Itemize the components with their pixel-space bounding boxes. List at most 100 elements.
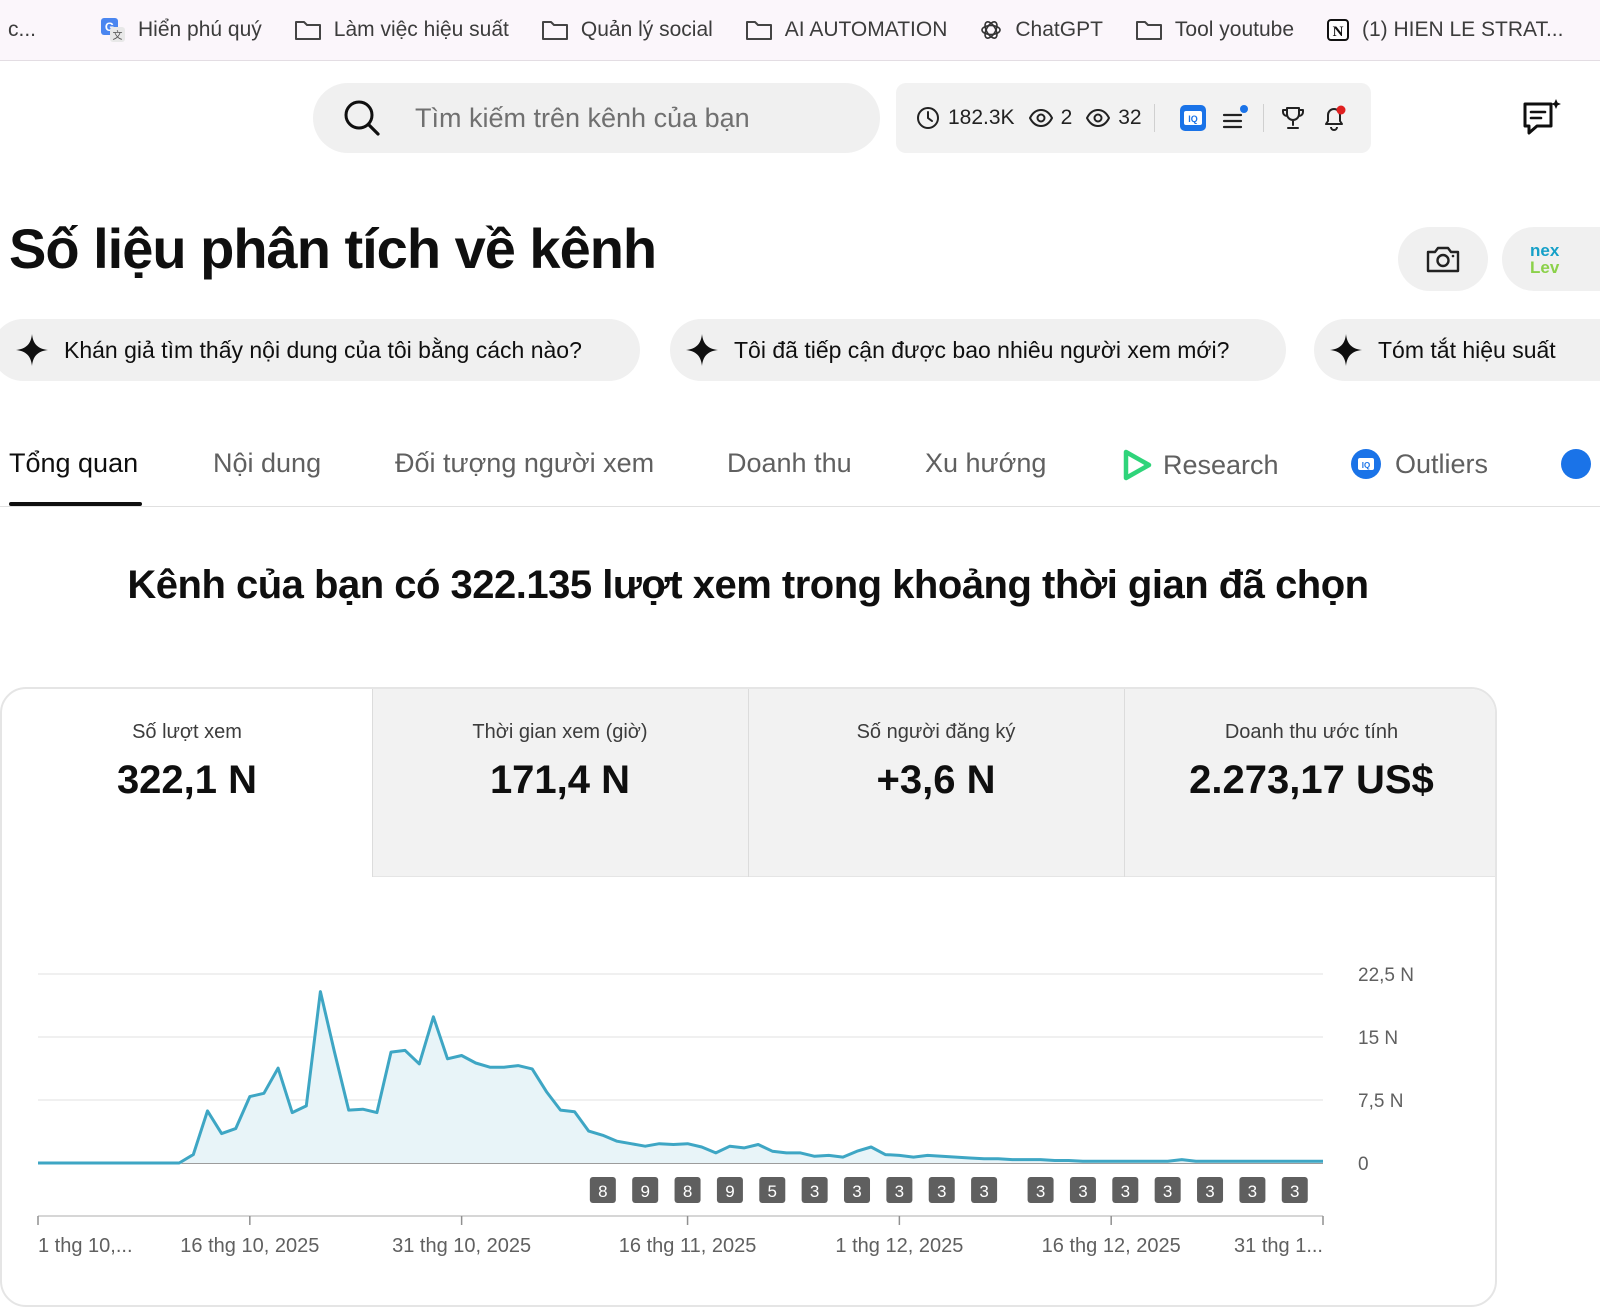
video-marker-label: 3 — [937, 1182, 946, 1201]
views-a-value: 2 — [1060, 106, 1073, 129]
video-marker-label: 8 — [683, 1182, 692, 1201]
x-tick-label: 16 thg 11, 2025 — [619, 1235, 757, 1257]
bookmark-label: c... — [8, 18, 37, 41]
watch-time-stat[interactable]: 182.3K — [916, 106, 1015, 130]
metric-label: Thời gian xem (giờ) — [472, 721, 648, 743]
x-tick-label: 31 thg 10, 2025 — [392, 1235, 531, 1257]
suggestion-chip[interactable]: Khán giả tìm thấy nội dung của tôi bằng … — [0, 319, 640, 381]
suggestion-label: Tóm tắt hiệu suất — [1378, 336, 1556, 363]
bookmark-item[interactable]: c... — [8, 18, 36, 42]
bookmark-label: Hiển phú quý — [138, 18, 262, 41]
video-marker-label: 3 — [1121, 1182, 1130, 1201]
research-play-icon — [1123, 449, 1152, 481]
video-marker-label: 3 — [1078, 1182, 1087, 1201]
views-stat[interactable]: 2 — [1028, 106, 1073, 130]
bookmark-item[interactable]: AI AUTOMATION — [745, 18, 947, 42]
divider — [1124, 689, 1125, 877]
bookmark-label: ChatGPT — [1015, 18, 1103, 41]
bookmark-item[interactable]: ChatGPT — [979, 18, 1103, 42]
search-input[interactable] — [413, 101, 857, 135]
divider — [1262, 104, 1264, 132]
bookmark-item[interactable]: N (1) HIEN LE STRAT... — [1326, 18, 1563, 42]
svg-text:IQ: IQ — [1362, 461, 1370, 470]
suggestion-label: Tôi đã tiếp cận được bao nhiêu người xem… — [734, 336, 1230, 363]
views-b-value: 32 — [1118, 106, 1142, 129]
svg-text:N: N — [1333, 24, 1344, 40]
metric-label: Số lượt xem — [132, 721, 242, 743]
suggestion-chip[interactable]: Tóm tắt hiệu suất — [1314, 319, 1600, 381]
clock-icon — [917, 107, 939, 129]
metric-subscribers[interactable]: Số người đăng ký +3,6 N — [748, 689, 1124, 877]
suggestion-chip[interactable]: Tôi đã tiếp cận được bao nhiêu người xem… — [670, 319, 1286, 381]
notification-bell-icon[interactable] — [1320, 104, 1348, 132]
tab-trends[interactable]: Xu hướng — [925, 448, 1046, 479]
metric-value: 171,4 N — [489, 758, 631, 802]
feedback-icon[interactable] — [1521, 98, 1563, 138]
menu-list-icon[interactable] — [1221, 104, 1251, 132]
bookmark-item[interactable]: Tool youtube — [1135, 18, 1294, 42]
x-tick-label: 31 thg 1... — [1234, 1235, 1323, 1257]
y-tick-label: 15 N — [1358, 1028, 1398, 1049]
tab-label: Doanh thu — [727, 448, 852, 478]
sparkle-icon — [16, 334, 48, 366]
metric-revenue[interactable]: Doanh thu ước tính 2.273,17 US$ — [1124, 689, 1495, 877]
divider — [1153, 104, 1155, 132]
video-marker-label: 3 — [979, 1182, 988, 1201]
metric-value: 2.273,17 US$ — [1189, 758, 1434, 802]
chatgpt-icon — [981, 21, 1002, 39]
folder-icon — [745, 21, 772, 40]
tab-more[interactable] — [1560, 448, 1592, 480]
nexlev-button[interactable]: nex Lev — [1502, 227, 1600, 291]
area-fill — [38, 991, 1323, 1163]
x-tick-label: 1 thg 10,... — [38, 1235, 133, 1257]
divider — [748, 689, 749, 877]
metric-views[interactable]: Số lượt xem 322,1 N — [2, 689, 372, 877]
folder-icon — [294, 21, 321, 40]
nexlev-logo-icon: nexLev — [1530, 241, 1560, 277]
tab-label: Xu hướng — [925, 448, 1047, 478]
video-marker-label: 3 — [1248, 1182, 1257, 1201]
vidiq-icon[interactable]: IQ — [1179, 104, 1207, 132]
search-icon — [344, 100, 380, 136]
svg-text:文: 文 — [113, 29, 123, 42]
tab-label: Đối tượng người xem — [395, 448, 655, 478]
eye-icon — [1028, 109, 1053, 127]
bookmarks-bar: c... G文 Hiển phú quý Làm việc hiệu suất … — [0, 0, 1600, 61]
video-marker-label: 3 — [852, 1182, 861, 1201]
x-tick-label: 16 thg 12, 2025 — [1042, 1235, 1181, 1257]
divider — [372, 689, 373, 877]
summary-headline: Kênh của bạn có 322.135 lượt xem trong k… — [127, 563, 1369, 607]
metric-label: Doanh thu ước tính — [1224, 721, 1399, 743]
vidiq-icon — [1561, 449, 1591, 479]
tab-label: Nội dung — [213, 448, 322, 478]
bookmark-label: Tool youtube — [1174, 18, 1294, 41]
bookmark-item[interactable]: G文 Hiển phú quý — [100, 17, 262, 43]
suggestion-label: Khán giả tìm thấy nội dung của tôi bằng … — [64, 336, 582, 363]
metric-watch-time[interactable]: Thời gian xem (giờ) 171,4 N — [372, 689, 748, 877]
tab-audience[interactable]: Đối tượng người xem — [395, 448, 654, 479]
eye-icon — [1086, 109, 1111, 127]
sparkle-icon — [1330, 334, 1362, 366]
tab-research[interactable]: Research — [1120, 448, 1279, 482]
tab-outliers[interactable]: IQ Outliers — [1350, 448, 1488, 480]
bookmark-item[interactable]: Làm việc hiệu suất — [294, 18, 509, 42]
channel-search[interactable] — [313, 83, 880, 153]
y-tick-label: 7,5 N — [1358, 1091, 1403, 1112]
x-tick-label: 16 thg 10, 2025 — [180, 1235, 319, 1257]
video-marker-label: 3 — [1205, 1182, 1214, 1201]
screenshot-button[interactable] — [1398, 227, 1488, 291]
tab-content[interactable]: Nội dung — [213, 448, 321, 479]
tab-overview[interactable]: Tổng quan — [9, 448, 138, 479]
views-chart[interactable]: 22,5 N15 N7,5 N08 9 8 9 5 3 3 3 3 3 3 3 3 3 3 3 31 thg 1… — [0, 938, 1496, 1278]
bookmark-item[interactable]: Quản lý social — [541, 18, 713, 42]
sparkle-icon — [686, 334, 718, 366]
video-marker-label: 3 — [1290, 1182, 1299, 1201]
video-marker-label: 8 — [598, 1182, 607, 1201]
trophy-icon[interactable] — [1280, 105, 1306, 131]
page-title: Số liệu phân tích về kênh — [9, 217, 657, 280]
folder-icon — [1135, 21, 1162, 40]
views-stat[interactable]: 32 — [1086, 106, 1142, 130]
tab-revenue[interactable]: Doanh thu — [727, 448, 852, 479]
translate-icon: G文 — [101, 18, 126, 42]
extension-toolbar: 182.3K 2 32 IQ — [896, 83, 1371, 153]
